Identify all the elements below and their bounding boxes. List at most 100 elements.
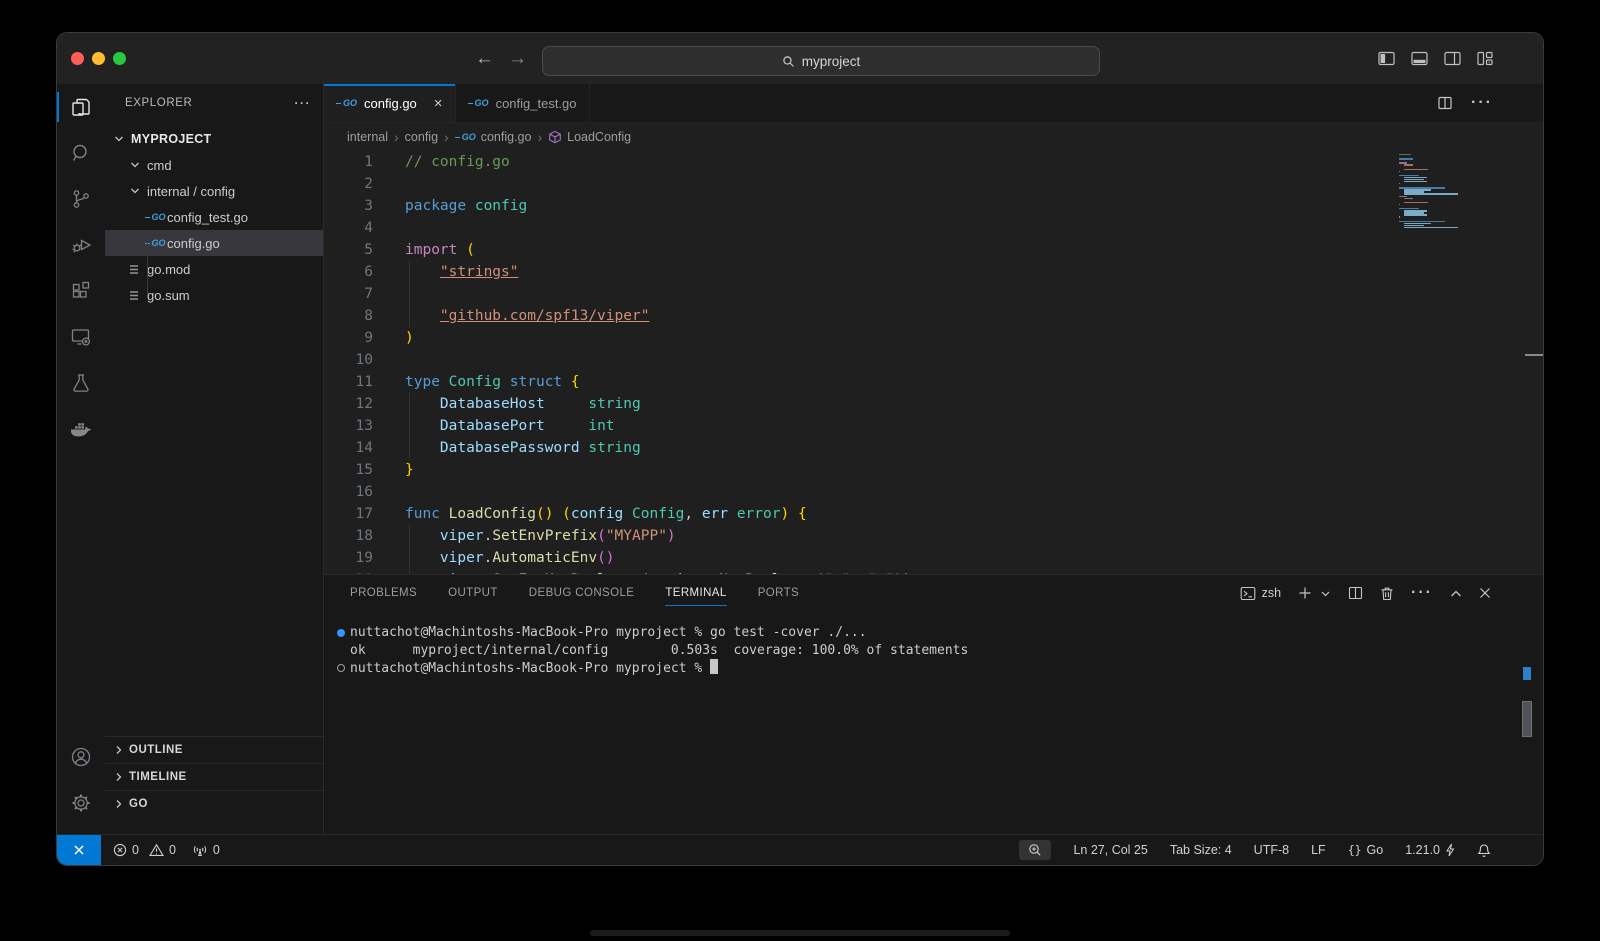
terminal-profile[interactable]: zsh — [1240, 586, 1281, 601]
close-window-button[interactable] — [71, 52, 84, 65]
zoom-status-icon[interactable] — [1019, 840, 1051, 860]
customize-layout-icon[interactable] — [1477, 51, 1493, 66]
traffic-lights — [71, 52, 126, 65]
broadcast-count: 0 — [213, 843, 220, 857]
tab-bar: GOconfig.go×GOconfig_test.go ··· — [324, 84, 1543, 123]
command-decoration-filled[interactable] — [337, 629, 345, 637]
code-line-3: 3package config — [324, 195, 1543, 217]
command-decoration-hollow[interactable] — [337, 664, 345, 672]
tree-item-go.mod[interactable]: go.mod — [105, 256, 323, 282]
panel-tab-terminal[interactable]: TERMINAL — [665, 575, 726, 611]
tree-item-myproject[interactable]: MYPROJECT — [105, 126, 323, 152]
panel-tab-ports[interactable]: PORTS — [758, 575, 799, 611]
chevron-down-icon — [111, 131, 127, 147]
code-line-9: 9) — [324, 327, 1543, 349]
toggle-primary-sidebar-icon[interactable] — [1378, 51, 1395, 66]
close-panel-icon[interactable] — [1479, 587, 1491, 599]
terminal-cursor — [710, 659, 718, 674]
sidebar-section-go[interactable]: GO — [105, 790, 323, 817]
code-line-4: 4 — [324, 217, 1543, 239]
go-version-status[interactable]: 1.21.0 — [1405, 843, 1455, 857]
line-number: 15 — [324, 459, 373, 481]
code-line-17: 17func LoadConfig() (config Config, err … — [324, 503, 1543, 525]
tree-item-config-test.go[interactable]: GOconfig_test.go — [105, 204, 323, 230]
maximize-panel-icon[interactable] — [1450, 588, 1462, 599]
tree-item-go.sum[interactable]: go.sum — [105, 282, 323, 308]
eol-status[interactable]: LF — [1311, 843, 1326, 857]
go-file-icon: GO — [336, 99, 357, 108]
code-line-14: 14 DatabasePassword string — [324, 437, 1543, 459]
tree-item-cmd[interactable]: cmd — [105, 152, 323, 178]
encoding-status[interactable]: UTF-8 — [1254, 843, 1289, 857]
settings-gear-icon[interactable] — [57, 780, 105, 826]
language-mode[interactable]: {} Go — [1348, 843, 1384, 857]
terminal-scrollbar[interactable] — [1522, 701, 1532, 737]
tree-item-config.go[interactable]: GOconfig.go — [105, 230, 323, 256]
extensions-icon[interactable] — [57, 268, 105, 314]
code-editor[interactable]: 1// config.go23package config45import (6… — [324, 151, 1543, 574]
indentation-status[interactable]: Tab Size: 4 — [1170, 843, 1232, 857]
split-terminal-icon[interactable] — [1348, 586, 1363, 600]
sidebar-section-timeline[interactable]: TIMELINE — [105, 763, 323, 790]
split-editor-icon[interactable] — [1437, 95, 1453, 111]
back-icon[interactable]: ← — [475, 48, 494, 70]
breadcrumb-item-internal[interactable]: internal — [347, 130, 388, 144]
run-and-debug-icon[interactable] — [57, 222, 105, 268]
kill-terminal-icon[interactable] — [1380, 586, 1394, 601]
chevron-right-icon — [111, 742, 127, 758]
minimap[interactable] — [1399, 154, 1527, 229]
editor-tab-config_test.go[interactable]: GOconfig_test.go — [456, 84, 590, 122]
code-line-2: 2 — [324, 173, 1543, 195]
line-number: 19 — [324, 547, 373, 569]
ports-status[interactable]: 0 — [192, 843, 220, 857]
code-line-1: 1// config.go — [324, 151, 1543, 173]
error-count: 0 — [132, 843, 139, 857]
panel-tab-problems[interactable]: PROBLEMS — [350, 575, 417, 611]
panel-more-actions-icon[interactable]: ··· — [1411, 584, 1433, 602]
breadcrumb-item-config.go[interactable]: GOconfig.go — [455, 130, 532, 144]
problems-status[interactable]: 0 0 — [113, 843, 176, 857]
zoom-window-button[interactable] — [113, 52, 126, 65]
code-line-15: 15} — [324, 459, 1543, 481]
line-number: 4 — [324, 217, 373, 239]
account-icon[interactable] — [57, 734, 105, 780]
toggle-secondary-sidebar-icon[interactable] — [1444, 51, 1461, 66]
remote-indicator[interactable] — [57, 835, 101, 865]
toggle-panel-icon[interactable] — [1411, 51, 1428, 66]
testing-icon[interactable] — [57, 360, 105, 406]
cursor-position[interactable]: Ln 27, Col 25 — [1073, 843, 1147, 857]
chevron-right-icon — [111, 769, 127, 785]
tree-item-internal-config[interactable]: internal / config — [105, 178, 323, 204]
explorer-icon[interactable] — [57, 84, 105, 130]
terminal-shell-label: zsh — [1262, 586, 1281, 600]
editor-more-actions-icon[interactable]: ··· — [1471, 94, 1493, 112]
panel-tab-output[interactable]: OUTPUT — [448, 575, 498, 611]
forward-icon[interactable]: → — [508, 48, 527, 70]
editor-tab-config.go[interactable]: GOconfig.go× — [324, 84, 456, 122]
go-file-icon: GO — [468, 99, 489, 108]
breadcrumb-item-loadconfig[interactable]: LoadConfig — [548, 130, 631, 145]
explorer-more-actions-icon[interactable]: ··· — [295, 96, 312, 110]
terminal-output[interactable]: nuttachot@Machintoshs-MacBook-Pro myproj… — [324, 611, 1543, 834]
line-number: 12 — [324, 393, 373, 415]
minimize-window-button[interactable] — [92, 52, 105, 65]
terminal-launch-chevron-icon[interactable] — [1320, 588, 1331, 599]
docker-icon[interactable] — [57, 406, 105, 452]
line-number: 11 — [324, 371, 373, 393]
line-number: 18 — [324, 525, 373, 547]
breadcrumb: internal›config›GOconfig.go›LoadConfig — [324, 123, 1543, 151]
new-terminal-icon[interactable] — [1298, 586, 1312, 600]
search-icon — [782, 55, 795, 68]
code-line-13: 13 DatabasePort int — [324, 415, 1543, 437]
remote-explorer-icon[interactable] — [57, 314, 105, 360]
search-view-icon[interactable] — [57, 130, 105, 176]
command-center[interactable]: myproject — [542, 46, 1100, 76]
code-line-7: 7 — [324, 283, 1543, 305]
panel-tab-debug-console[interactable]: DEBUG CONSOLE — [529, 575, 635, 611]
bottom-panel: PROBLEMS OUTPUT DEBUG CONSOLE TERMINAL PORTS… — [324, 574, 1543, 834]
close-tab-icon[interactable]: × — [434, 95, 443, 112]
source-control-icon[interactable] — [57, 176, 105, 222]
sidebar-section-outline[interactable]: OUTLINE — [105, 736, 323, 763]
breadcrumb-item-config[interactable]: config — [405, 130, 438, 144]
notifications-bell-icon[interactable] — [1477, 843, 1491, 858]
